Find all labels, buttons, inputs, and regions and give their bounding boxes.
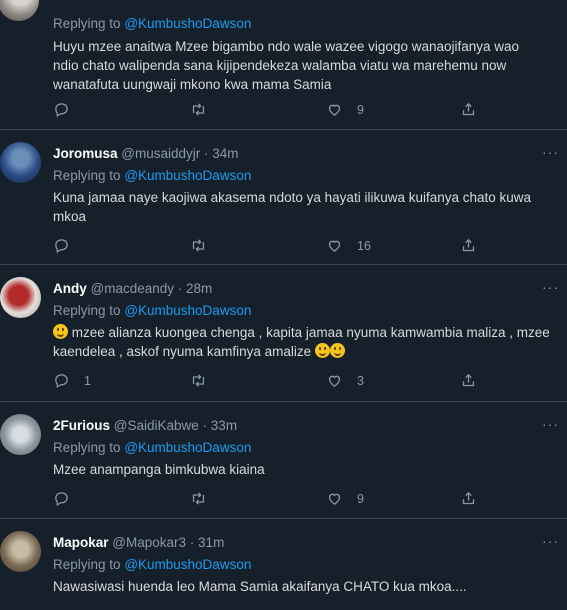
- reply-button[interactable]: [53, 237, 84, 254]
- mention-link[interactable]: @KumbushoDawson: [124, 16, 251, 31]
- tweet-header: 2Furious @SaidiKabwe · 33m: [53, 418, 238, 433]
- like-button[interactable]: 16: [326, 237, 371, 254]
- share-icon: [462, 373, 475, 387]
- reply-icon: [55, 492, 68, 507]
- mention-link[interactable]: @KumbushoDawson: [124, 557, 251, 572]
- avatar[interactable]: [0, 142, 41, 183]
- timestamp[interactable]: 33m: [211, 418, 237, 433]
- replying-to: Replying to @KumbushoDawson: [53, 440, 252, 455]
- avatar[interactable]: [0, 0, 39, 21]
- tweet-text: mzee alianza kuongea chenga , kapita jam…: [53, 324, 550, 359]
- replying-to: Replying to @KumbushoDawson: [53, 303, 252, 318]
- grinning-emoji-icon: [314, 343, 330, 358]
- tweet[interactable]: Andy @macdeandy · 28m ··· Replying to @K…: [0, 265, 567, 402]
- reply-icon: [55, 103, 68, 118]
- display-name[interactable]: Joromusa: [53, 146, 118, 161]
- timestamp[interactable]: 28m: [186, 281, 212, 296]
- share-button[interactable]: [460, 372, 477, 389]
- mention-link[interactable]: @KumbushoDawson: [124, 440, 251, 455]
- tweet-text: Huyu mzee anaitwa Mzee bigambo ndo wale …: [53, 39, 520, 92]
- share-icon: [462, 238, 475, 252]
- replying-to: Replying to @KumbushoDawson: [53, 16, 252, 31]
- retweet-icon: [192, 492, 205, 505]
- grinning-emoji-icon: [53, 324, 68, 339]
- retweet-button[interactable]: [190, 237, 221, 254]
- more-options-button[interactable]: ···: [542, 533, 559, 549]
- share-button[interactable]: [460, 237, 477, 254]
- tweet-actions: 1 3: [53, 372, 483, 392]
- tweet-text: Mzee anampanga bimkubwa kiaina: [53, 462, 265, 477]
- heart-icon: [328, 240, 341, 252]
- retweet-icon: [192, 374, 205, 387]
- more-options-button[interactable]: ···: [542, 144, 559, 160]
- reply-button[interactable]: 1: [53, 372, 91, 389]
- timestamp[interactable]: 34m: [212, 146, 238, 161]
- avatar[interactable]: [0, 277, 41, 318]
- heart-icon: [328, 104, 341, 116]
- tweet[interactable]: 2Furious @SaidiKabwe · 33m ··· Replying …: [0, 402, 567, 519]
- reply-icon: [55, 239, 68, 254]
- display-name[interactable]: Andy: [53, 281, 87, 296]
- like-button[interactable]: 9: [326, 101, 364, 118]
- retweet-button[interactable]: [190, 372, 221, 389]
- tweet[interactable]: Mapokar @Mapokar3 · 31m ··· Replying to …: [0, 519, 567, 610]
- retweet-icon: [192, 103, 205, 116]
- tweet-header: Mapokar @Mapokar3 · 31m: [53, 535, 225, 550]
- tweet-actions: 9: [53, 101, 483, 121]
- avatar[interactable]: [0, 414, 41, 455]
- display-name[interactable]: Mapokar: [53, 535, 109, 550]
- share-icon: [462, 102, 475, 116]
- more-options-button[interactable]: ···: [542, 416, 559, 432]
- user-handle[interactable]: @musaiddyjr: [121, 146, 200, 161]
- like-button[interactable]: 9: [326, 490, 364, 507]
- tweet[interactable]: Joromusa @musaiddyjr · 34m ··· Replying …: [0, 130, 567, 265]
- reply-icon: [55, 374, 68, 389]
- tweet[interactable]: Replying to @KumbushoDawson Huyu mzee an…: [0, 0, 567, 130]
- tweet-actions: 16: [53, 237, 483, 257]
- user-handle[interactable]: @macdeandy: [91, 281, 175, 296]
- tweet-header: Joromusa @musaiddyjr · 34m: [53, 146, 239, 161]
- replying-to: Replying to @KumbushoDawson: [53, 557, 252, 572]
- reply-button[interactable]: [53, 490, 84, 507]
- avatar[interactable]: [0, 531, 41, 572]
- retweet-icon: [192, 239, 205, 252]
- tweet-header: Andy @macdeandy · 28m: [53, 281, 213, 296]
- tweet-feed: Replying to @KumbushoDawson Huyu mzee an…: [0, 0, 567, 610]
- replying-to: Replying to @KumbushoDawson: [53, 168, 252, 183]
- heart-icon: [328, 493, 341, 505]
- user-handle[interactable]: @SaidiKabwe: [114, 418, 199, 433]
- share-button[interactable]: [460, 490, 477, 507]
- retweet-button[interactable]: [190, 490, 221, 507]
- heart-icon: [328, 375, 341, 387]
- mention-link[interactable]: @KumbushoDawson: [124, 168, 251, 183]
- more-options-button[interactable]: ···: [542, 279, 559, 295]
- display-name[interactable]: 2Furious: [53, 418, 110, 433]
- share-icon: [462, 491, 475, 505]
- timestamp[interactable]: 31m: [198, 535, 224, 550]
- mention-link[interactable]: @KumbushoDawson: [124, 303, 251, 318]
- user-handle[interactable]: @Mapokar3: [112, 535, 186, 550]
- tweet-text: Kuna jamaa naye kaojiwa akasema ndoto ya…: [53, 190, 532, 224]
- tweet-actions: 9: [53, 490, 483, 510]
- reply-button[interactable]: [53, 101, 84, 118]
- like-button[interactable]: 3: [326, 372, 364, 389]
- share-button[interactable]: [460, 101, 477, 118]
- grinning-emoji-icon: [329, 343, 345, 358]
- retweet-button[interactable]: [190, 101, 221, 118]
- tweet-text: Nawasiwasi huenda leo Mama Samia akaifan…: [53, 579, 467, 594]
